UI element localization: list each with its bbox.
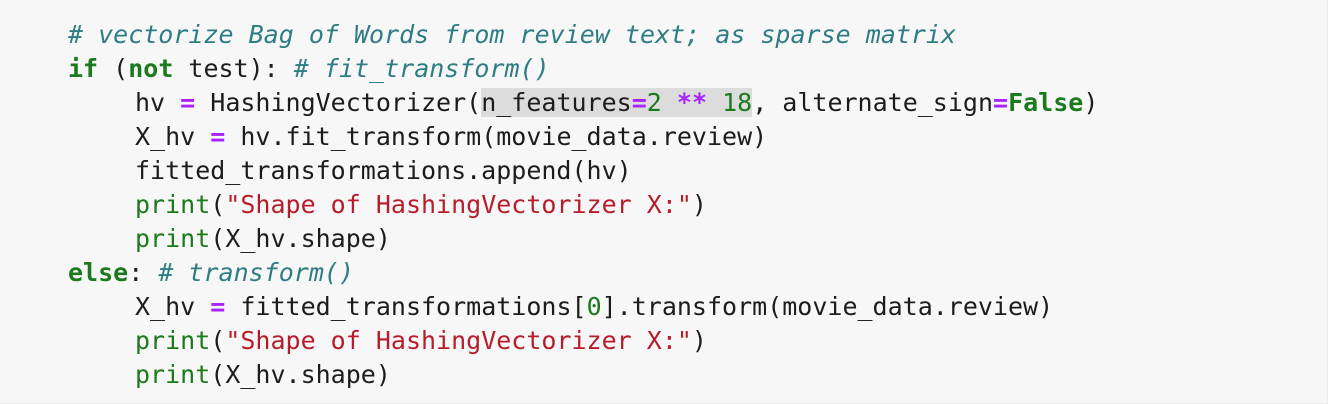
code-token: print (135, 326, 211, 355)
code-token: # transform() (158, 258, 354, 287)
code-token: = (180, 88, 196, 117)
code-token: HashingVectorizer( (195, 88, 482, 117)
code-token: # fit_transform() (293, 54, 550, 83)
code-token: not (128, 54, 174, 83)
code-line: fitted_transformations.append(hv) (68, 154, 1098, 188)
code-token: fitted_transformations[ (225, 292, 587, 321)
code-line: hv = HashingVectorizer(n_features=2 ** 1… (68, 86, 1098, 120)
code-token: = (631, 88, 647, 117)
code-token: "Shape of HashingVectorizer X:" (225, 326, 692, 355)
code-line: print("Shape of HashingVectorizer X:") (68, 188, 1098, 222)
code-token: # vectorize Bag of Words from review tex… (68, 20, 957, 49)
code-token: ** (676, 88, 708, 117)
code-token: (X_hv.shape) (210, 360, 391, 389)
code-editor[interactable]: # vectorize Bag of Words from review tex… (68, 18, 1098, 392)
code-line: X_hv = fitted_transformations[0].transfo… (68, 290, 1098, 324)
code-token: ) (691, 190, 707, 219)
code-token (661, 88, 677, 117)
code-token: n_features (481, 88, 632, 117)
code-token: ( (210, 190, 226, 219)
code-token: ].transform(movie_data.review) (601, 292, 1054, 321)
code-token: , alternate_sign (752, 88, 994, 117)
code-line: print("Shape of HashingVectorizer X:") (68, 324, 1098, 358)
code-token: ) (691, 326, 707, 355)
code-line: # vectorize Bag of Words from review tex… (68, 18, 1098, 52)
code-token: : (128, 258, 159, 287)
code-token: (X_hv.shape) (210, 224, 391, 253)
code-token: print (135, 360, 211, 389)
code-line: print(X_hv.shape) (68, 358, 1098, 392)
code-token: False (1008, 88, 1084, 117)
code-token: ( (210, 326, 226, 355)
code-line: else: # transform() (68, 256, 1098, 290)
code-token: print (135, 224, 211, 253)
code-token (707, 88, 723, 117)
code-line: print(X_hv.shape) (68, 222, 1098, 256)
code-token: X_hv (135, 122, 211, 151)
code-token: X_hv (135, 292, 211, 321)
code-token: ( (98, 54, 129, 83)
code-token: "Shape of HashingVectorizer X:" (225, 190, 692, 219)
code-cell[interactable]: # vectorize Bag of Words from review tex… (0, 0, 1328, 404)
code-line: if (not test): # fit_transform() (68, 52, 1098, 86)
code-token: ) (1083, 88, 1099, 117)
code-token: hv.fit_transform(movie_data.review) (225, 122, 768, 151)
code-token: if (68, 54, 99, 83)
code-token: = (210, 292, 226, 321)
code-token: fitted_transformations.append(hv) (135, 156, 632, 185)
code-token: 2 (646, 88, 662, 117)
code-token: 18 (722, 88, 753, 117)
code-token: hv (135, 88, 181, 117)
code-line: X_hv = hv.fit_transform(movie_data.revie… (68, 120, 1098, 154)
code-token: = (210, 122, 226, 151)
code-token: test): (173, 54, 294, 83)
code-token: else (68, 258, 129, 287)
code-token: = (993, 88, 1009, 117)
code-token: print (135, 190, 211, 219)
code-token: 0 (586, 292, 602, 321)
